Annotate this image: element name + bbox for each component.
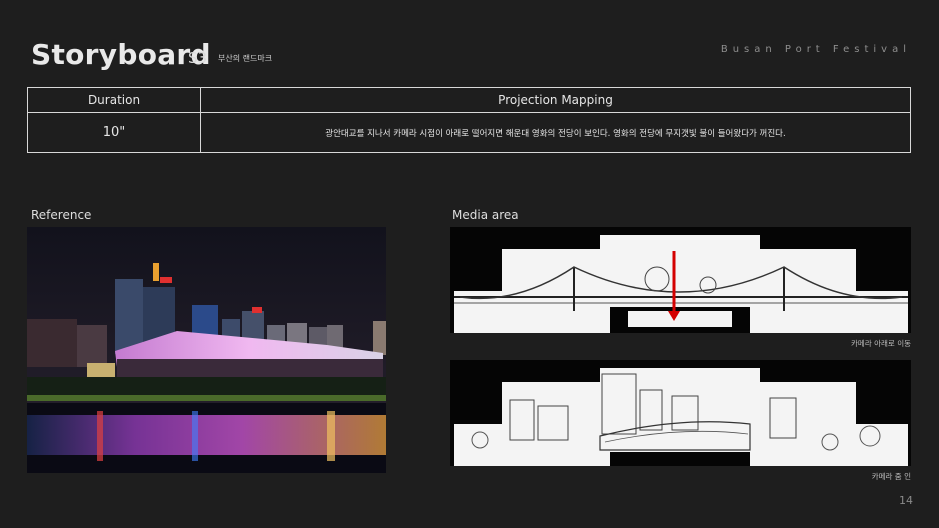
media-area-label: Media area [452,208,519,222]
table-row: 10" 광안대교를 지나서 카메라 시점이 아래로 떨어지면 해운대 영화의 전… [27,112,911,153]
reference-label: Reference [31,208,92,222]
page-title: Storyboard [31,38,211,71]
brand-label: Busan Port Festival [720,44,911,55]
media-caption-camera-down: 카메라 아래로 이동 [851,339,911,348]
projection-header: Projection Mapping [200,87,911,113]
media-caption-zoom-in: 카메라 줌 인 [871,472,911,481]
table-header-row: Duration Projection Mapping [27,87,911,113]
page-number: 14 [899,494,913,507]
scene-subtitle: 부산의 랜드마크 [218,54,273,63]
media-panel-camera-down [450,227,911,333]
scene-number: S3 [188,49,208,67]
media-panel-zoom-in [450,360,911,466]
duration-header: Duration [27,87,201,113]
reference-photo [27,227,386,473]
projection-description: 광안대교를 지나서 카메라 시점이 아래로 떨어지면 해운대 영화의 전당이 보… [200,112,911,153]
info-table: Duration Projection Mapping 10" 광안대교를 지나… [27,87,911,153]
duration-value: 10" [27,112,201,153]
